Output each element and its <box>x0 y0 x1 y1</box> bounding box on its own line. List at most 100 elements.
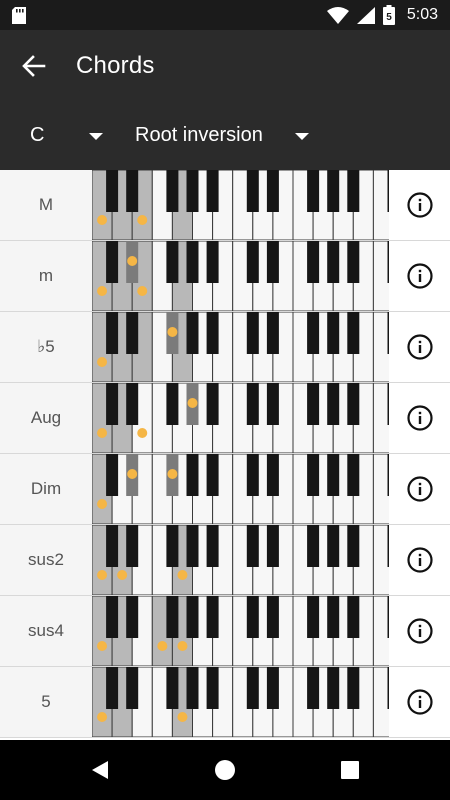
white-key <box>372 525 389 595</box>
note-dot <box>137 428 148 438</box>
info-circle-icon <box>406 476 433 502</box>
chord-row[interactable]: 5 <box>0 667 450 738</box>
chord-info-button[interactable] <box>389 596 450 666</box>
chord-row[interactable]: ♭5 <box>0 312 450 383</box>
keyboard-svg <box>92 312 389 382</box>
chord-name: M <box>0 170 92 240</box>
info-circle-icon <box>406 618 433 644</box>
white-key <box>372 667 389 737</box>
black-key <box>186 667 199 709</box>
keyboard-diagram <box>92 667 389 737</box>
chord-name: ♭5 <box>0 312 92 382</box>
chord-row[interactable]: m <box>0 241 450 312</box>
black-key <box>246 241 259 283</box>
chord-selectors: C Root inversion <box>0 101 450 170</box>
black-key <box>126 525 139 567</box>
black-key <box>327 596 340 638</box>
status-bar: 5 5:03 <box>0 0 450 30</box>
black-key <box>246 383 259 425</box>
note-dot <box>167 327 178 337</box>
black-key <box>327 312 340 354</box>
black-key <box>307 312 320 354</box>
black-key <box>166 596 179 638</box>
chord-list[interactable]: Mm ♭5 Aug Dim sus2 sus4 5 <box>0 170 450 740</box>
nav-home-icon[interactable] <box>213 758 237 782</box>
info-circle-icon <box>406 334 433 360</box>
note-dot <box>127 256 138 266</box>
chord-info-button[interactable] <box>389 241 450 311</box>
keyboard-svg <box>92 170 389 240</box>
chord-row[interactable]: sus4 <box>0 596 450 667</box>
info-circle-icon <box>406 263 433 289</box>
chord-info-button[interactable] <box>389 312 450 382</box>
chord-name: sus2 <box>0 525 92 595</box>
black-key <box>347 525 360 567</box>
chord-info-button[interactable] <box>389 170 450 240</box>
chord-name: sus4 <box>0 596 92 666</box>
black-key <box>266 667 279 709</box>
black-key <box>327 454 340 496</box>
inversion-dropdown[interactable]: Root inversion <box>135 101 325 170</box>
black-key <box>166 667 179 709</box>
white-key <box>372 312 389 382</box>
keyboard-diagram <box>92 312 389 382</box>
note-dot <box>97 357 108 367</box>
black-key <box>206 454 219 496</box>
chord-info-button[interactable] <box>389 454 450 524</box>
black-key <box>126 667 139 709</box>
white-key <box>372 596 389 666</box>
chord-row[interactable]: Dim <box>0 454 450 525</box>
info-circle-icon <box>406 405 433 431</box>
note-dot <box>167 469 178 479</box>
white-key <box>372 454 389 524</box>
note-dot <box>177 641 188 651</box>
keyboard-diagram <box>92 383 389 453</box>
black-key <box>106 596 119 638</box>
black-key <box>307 170 320 212</box>
sd-card-icon <box>12 7 26 24</box>
black-key <box>266 383 279 425</box>
nav-back-icon[interactable] <box>88 758 112 782</box>
black-key <box>166 383 179 425</box>
chord-info-button[interactable] <box>389 525 450 595</box>
info-circle-icon <box>406 689 433 715</box>
chord-row[interactable]: M <box>0 170 450 241</box>
note-dot <box>137 286 148 296</box>
black-key <box>307 667 320 709</box>
chevron-down-icon <box>89 133 103 140</box>
black-key <box>246 170 259 212</box>
black-key <box>106 170 119 212</box>
black-key <box>186 596 199 638</box>
keyboard-svg <box>92 667 389 737</box>
key-dropdown[interactable]: C <box>30 101 120 170</box>
black-key <box>307 454 320 496</box>
info-circle-icon <box>406 547 433 573</box>
black-key <box>266 241 279 283</box>
black-key <box>126 312 139 354</box>
chord-row[interactable]: Aug <box>0 383 450 454</box>
chord-name: m <box>0 241 92 311</box>
black-key <box>106 312 119 354</box>
black-key <box>206 383 219 425</box>
keyboard-diagram <box>92 596 389 666</box>
note-dot <box>177 570 188 580</box>
arrow-left-icon[interactable] <box>20 52 48 80</box>
keyboard-svg <box>92 525 389 595</box>
black-key <box>246 312 259 354</box>
chord-info-button[interactable] <box>389 667 450 737</box>
black-key <box>106 667 119 709</box>
chord-row[interactable]: sus2 <box>0 525 450 596</box>
nav-recent-icon[interactable] <box>338 758 362 782</box>
black-key <box>347 667 360 709</box>
black-key <box>347 241 360 283</box>
note-dot <box>127 469 138 479</box>
black-key <box>246 454 259 496</box>
black-key <box>266 312 279 354</box>
black-key <box>327 383 340 425</box>
black-key <box>126 170 139 212</box>
chord-info-button[interactable] <box>389 383 450 453</box>
note-dot <box>97 499 108 509</box>
black-key <box>126 383 139 425</box>
black-key <box>206 667 219 709</box>
black-key <box>186 312 199 354</box>
